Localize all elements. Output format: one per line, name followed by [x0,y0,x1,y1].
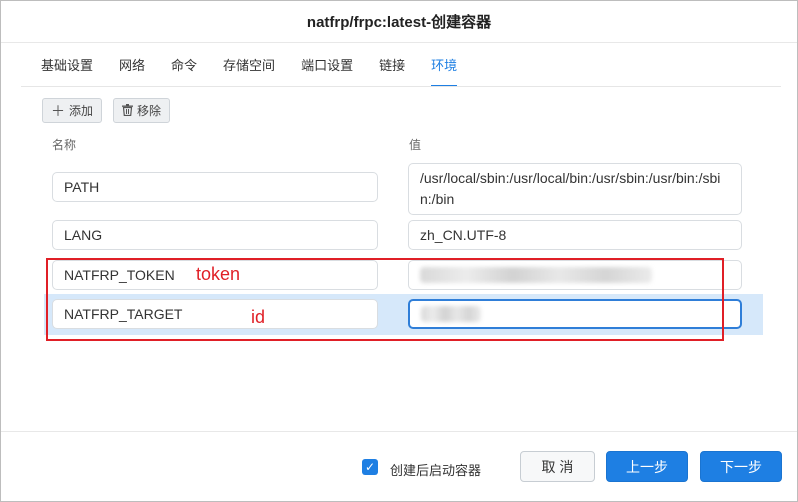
next-step-button[interactable]: 下一步 [700,451,782,482]
name-column-header: 名称 [52,138,77,152]
env-name-field[interactable]: NATFRP_TARGET [52,299,378,329]
env-value-field[interactable]: zh_CN.UTF-8 [408,220,742,250]
annotation-token-label: token [196,264,241,284]
tab-command[interactable]: 命令 [171,57,197,87]
start-after-create-label: 创建后启动容器 [390,463,482,478]
plus-icon: ＋ [51,102,65,119]
add-env-label: 添加 [69,104,94,118]
dialog-title: natfrp/frpc:latest-创建容器 [1,1,797,43]
previous-step-button[interactable]: 上一步 [606,451,688,482]
cancel-button[interactable]: 取 消 [520,451,595,482]
remove-env-label: 移除 [137,104,162,118]
env-name-field[interactable]: LANG [52,220,378,250]
start-after-create-checkbox[interactable]: ✓ [362,459,378,475]
checkmark-icon: ✓ [364,460,376,474]
trash-icon [122,103,133,118]
tab-divider [21,86,781,87]
env-value-field-redacted[interactable] [408,299,742,329]
redacted-target-value [421,306,481,322]
tab-port-settings[interactable]: 端口设置 [301,57,353,87]
env-value-field-redacted[interactable] [408,260,742,290]
tab-basic-settings[interactable]: 基础设置 [41,57,93,87]
tab-links[interactable]: 链接 [379,57,405,87]
annotation-id-label: id [251,307,266,327]
remove-env-button[interactable]: 移除 [113,98,171,123]
env-name-field[interactable]: PATH [52,172,378,202]
redacted-token-value [420,267,652,283]
tab-environment[interactable]: 环境 [431,57,458,87]
tab-network[interactable]: 网络 [119,57,145,87]
add-env-button[interactable]: ＋ 添加 [42,98,103,123]
settings-tabs: 基础设置 网络 命令 存储空间 端口设置 链接 环境 [41,57,483,87]
value-column-header: 值 [409,138,422,152]
tab-storage[interactable]: 存储空间 [223,57,275,87]
create-container-dialog: natfrp/frpc:latest-创建容器 基础设置 网络 命令 存储空间 … [0,0,798,502]
footer-divider [1,431,797,432]
env-value-field[interactable]: /usr/local/sbin:/usr/local/bin:/usr/sbin… [408,163,742,215]
